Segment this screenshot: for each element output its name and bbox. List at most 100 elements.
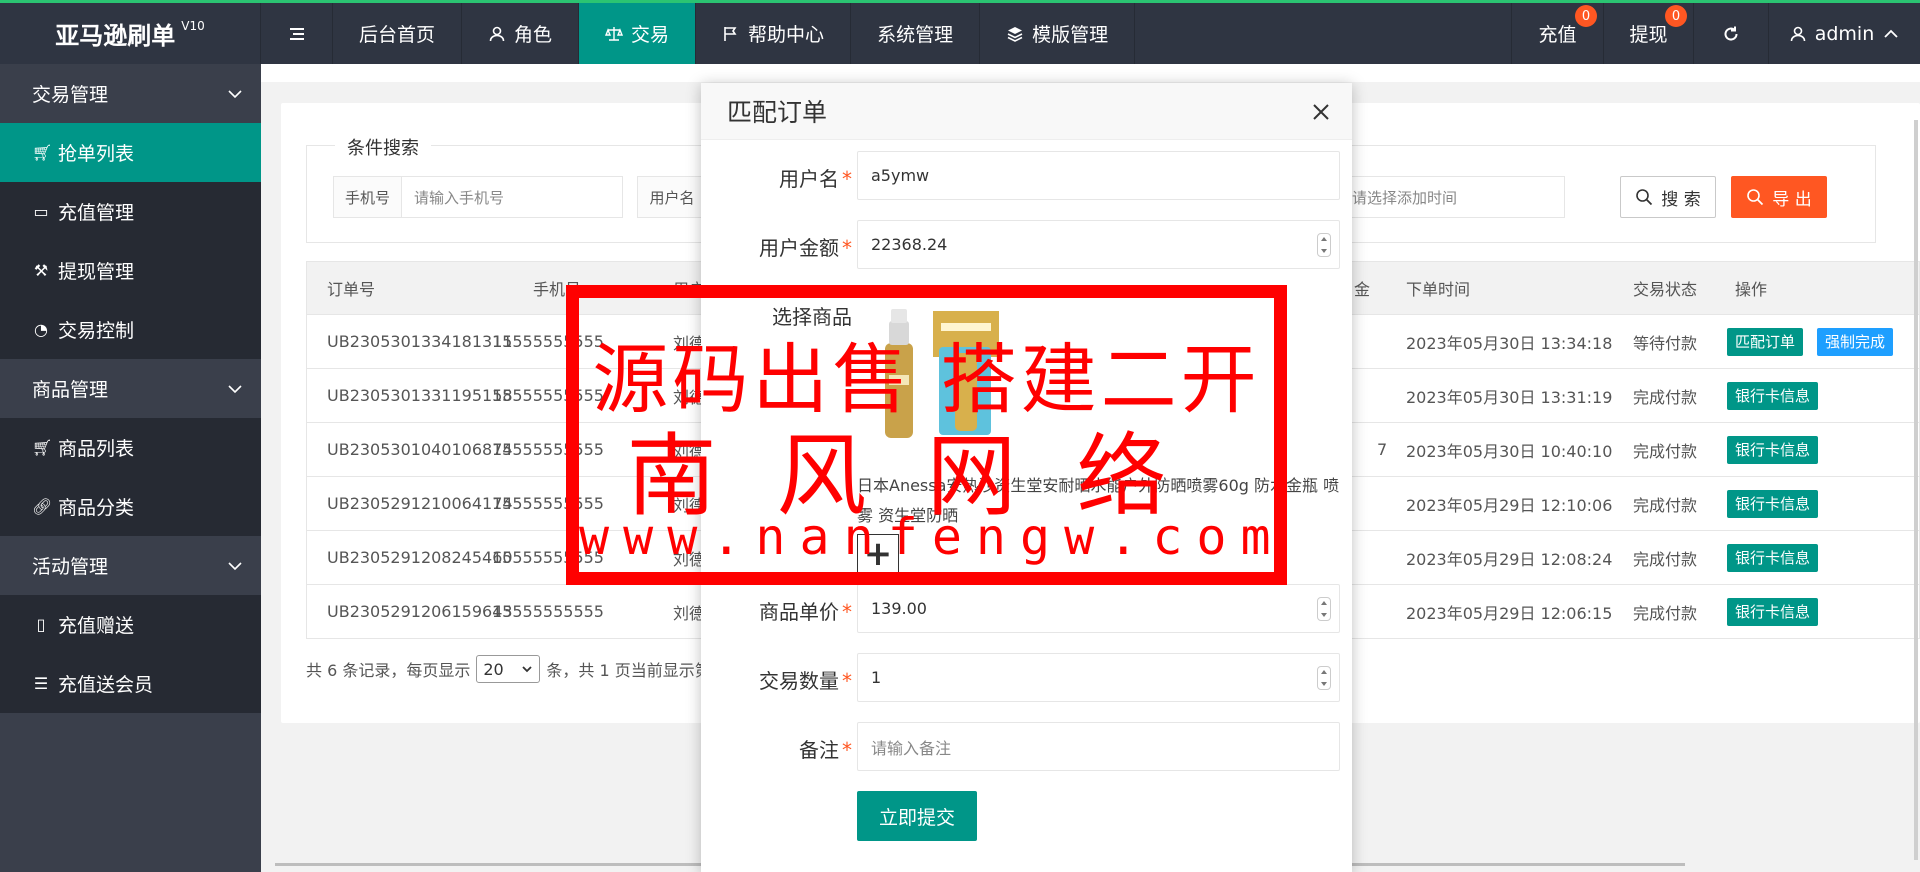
sidebar-item-trade-control[interactable]: ◔ 交易控制 bbox=[0, 300, 261, 359]
time-search-field[interactable]: 请选择添加时间 bbox=[1339, 176, 1565, 218]
nav-templates[interactable]: 模版管理 bbox=[980, 3, 1136, 64]
time-field-placeholder: 请选择添加时间 bbox=[1352, 188, 1458, 207]
cell-time: 2023年05月29日 12:10:06 bbox=[1406, 495, 1613, 515]
cell-status: 完成付款 bbox=[1633, 549, 1698, 569]
sidebar-item-recharge-membership[interactable]: ☰ 充值送会员 bbox=[0, 654, 261, 713]
refresh-button[interactable] bbox=[1693, 3, 1768, 64]
chevron-down-icon bbox=[228, 561, 242, 570]
username-search-field[interactable]: 用户名 bbox=[637, 176, 707, 218]
bank-card-info-button[interactable]: 银行卡信息 bbox=[1727, 543, 1819, 572]
unit-price-input[interactable]: 139.00 bbox=[857, 584, 1340, 633]
terminal-icon: ▭ bbox=[33, 202, 49, 221]
cell-time: 2023年05月29日 12:08:24 bbox=[1406, 549, 1613, 569]
match-order-button[interactable]: 匹配订单 bbox=[1727, 327, 1804, 356]
pagination: 共 6 条记录，每页显示 20 条，共 1 页当前显示第 bbox=[306, 655, 711, 683]
brand-name: 亚马逊刷单 bbox=[55, 22, 176, 50]
close-icon[interactable] bbox=[1310, 101, 1332, 123]
unit-price-stepper[interactable] bbox=[1317, 597, 1331, 621]
quantity-label: 交易数量 * bbox=[759, 669, 852, 693]
cell-amount: 7 bbox=[1377, 440, 1388, 459]
balance-value: 22368.24 bbox=[871, 235, 948, 254]
search-button[interactable]: 搜 索 bbox=[1620, 176, 1716, 218]
sidebar-group-activity[interactable]: 活动管理 bbox=[0, 536, 261, 595]
sidebar-item-withdraw[interactable]: ⚒ 提现管理 bbox=[0, 241, 261, 300]
vertical-scrollbar[interactable] bbox=[1914, 120, 1918, 860]
user-icon bbox=[489, 26, 505, 41]
sidebar-item-recharge[interactable]: ▭ 充值管理 bbox=[0, 182, 261, 241]
chevron-up-icon bbox=[1884, 29, 1898, 38]
nav-trade[interactable]: 交易 bbox=[579, 3, 697, 64]
sidebar-group-trade[interactable]: 交易管理 bbox=[0, 64, 261, 123]
dialog-header: 匹配订单 bbox=[701, 83, 1352, 140]
cart-icon: 🛒︎ bbox=[32, 143, 53, 162]
sidebar-item-label: 充值赠送 bbox=[58, 615, 135, 637]
chevron-down-icon bbox=[522, 666, 532, 673]
sidebar: 交易管理 🛒︎ 抢单列表 ▭ 充值管理 ⚒ 提现管理 ◔ 交易控制 商品管理 🛒… bbox=[0, 64, 261, 872]
page-size-select[interactable]: 20 bbox=[476, 655, 541, 683]
menu-toggle-button[interactable] bbox=[261, 3, 333, 64]
nav-roles[interactable]: 角色 bbox=[462, 3, 580, 64]
nav-system-label: 系统管理 bbox=[877, 24, 954, 46]
nav-trade-label: 交易 bbox=[631, 24, 670, 46]
cell-order-no: UB2305301040106874 bbox=[327, 440, 513, 459]
dialog-title: 匹配订单 bbox=[727, 98, 828, 127]
bank-card-info-button[interactable]: 银行卡信息 bbox=[1727, 597, 1819, 626]
cell-order-no: UB2305291210064174 bbox=[327, 494, 513, 513]
phone-search-field[interactable]: 手机号 请输入手机号 bbox=[333, 176, 623, 218]
nav-home[interactable]: 后台首页 bbox=[333, 3, 463, 64]
chevron-down-icon bbox=[228, 89, 242, 98]
sidebar-item-label: 抢单列表 bbox=[58, 143, 135, 165]
page-size-value: 20 bbox=[483, 659, 504, 679]
username-field-label: 用户名 bbox=[638, 177, 706, 217]
username-label: 用户名 * bbox=[779, 167, 852, 191]
sidebar-item-product-list[interactable]: 🛒︎ 商品列表 bbox=[0, 418, 261, 477]
nav-home-label: 后台首页 bbox=[359, 24, 436, 46]
user-icon bbox=[1790, 26, 1806, 41]
balance-input[interactable]: 22368.24 bbox=[857, 220, 1340, 269]
nav-system[interactable]: 系统管理 bbox=[851, 3, 981, 64]
withdraw-count-badge: 0 bbox=[1665, 5, 1687, 27]
sidebar-group-label: 活动管理 bbox=[32, 556, 109, 578]
bank-card-info-button[interactable]: 银行卡信息 bbox=[1727, 381, 1819, 410]
sidebar-item-label: 商品分类 bbox=[58, 497, 135, 519]
header-status: 交易状态 bbox=[1633, 280, 1698, 299]
username-input[interactable]: a5ymw bbox=[857, 151, 1340, 200]
search-icon bbox=[1636, 189, 1653, 206]
link-icon: 🔗︎ bbox=[32, 497, 53, 516]
bank-card-info-button[interactable]: 银行卡信息 bbox=[1727, 435, 1819, 464]
sidebar-item-label: 充值送会员 bbox=[58, 674, 154, 696]
force-complete-button[interactable]: 强制完成 bbox=[1817, 327, 1894, 356]
brand-logo[interactable]: 亚马逊刷单 V10 bbox=[0, 3, 261, 64]
cell-order-no: UB2305291208245460 bbox=[327, 548, 513, 567]
mobile-icon: ▯ bbox=[36, 615, 46, 634]
balance-stepper[interactable] bbox=[1317, 233, 1331, 257]
nav-recharge-label: 充值 bbox=[1538, 24, 1577, 46]
list-icon: ☰ bbox=[33, 674, 49, 693]
export-button[interactable]: 导 出 bbox=[1731, 176, 1827, 218]
cell-phone: 15555555555 bbox=[492, 602, 604, 621]
balance-label: 用户金额 * bbox=[759, 236, 852, 260]
remark-input[interactable]: 请输入备注 bbox=[857, 722, 1340, 771]
gauge-icon: ◔ bbox=[34, 320, 48, 339]
scale-icon bbox=[605, 26, 624, 41]
quantity-input[interactable]: 1 bbox=[857, 653, 1340, 702]
remark-label: 备注 * bbox=[799, 738, 852, 762]
bank-card-info-button[interactable]: 银行卡信息 bbox=[1727, 489, 1819, 518]
sidebar-item-grab-orders[interactable]: 🛒︎ 抢单列表 bbox=[0, 123, 261, 182]
phone-field-label: 手机号 bbox=[334, 177, 402, 217]
nav-withdraw[interactable]: 提现 0 bbox=[1603, 3, 1693, 64]
submit-button[interactable]: 立即提交 bbox=[857, 791, 977, 841]
nav-recharge[interactable]: 充值 0 bbox=[1511, 3, 1603, 64]
quantity-stepper[interactable] bbox=[1317, 666, 1331, 690]
cell-time: 2023年05月30日 13:31:19 bbox=[1406, 387, 1613, 407]
cell-status: 等待付款 bbox=[1633, 333, 1698, 353]
content-header-strip bbox=[261, 64, 1920, 82]
nav-help[interactable]: 帮助中心 bbox=[696, 3, 852, 64]
sidebar-group-products[interactable]: 商品管理 bbox=[0, 359, 261, 418]
layers-icon bbox=[1007, 26, 1023, 42]
nav-withdraw-label: 提现 bbox=[1629, 24, 1668, 46]
user-menu[interactable]: admin bbox=[1768, 3, 1920, 64]
sidebar-item-product-category[interactable]: 🔗︎ 商品分类 bbox=[0, 477, 261, 536]
sidebar-item-recharge-bonus[interactable]: ▯ 充值赠送 bbox=[0, 595, 261, 654]
sidebar-item-label: 商品列表 bbox=[58, 438, 135, 460]
